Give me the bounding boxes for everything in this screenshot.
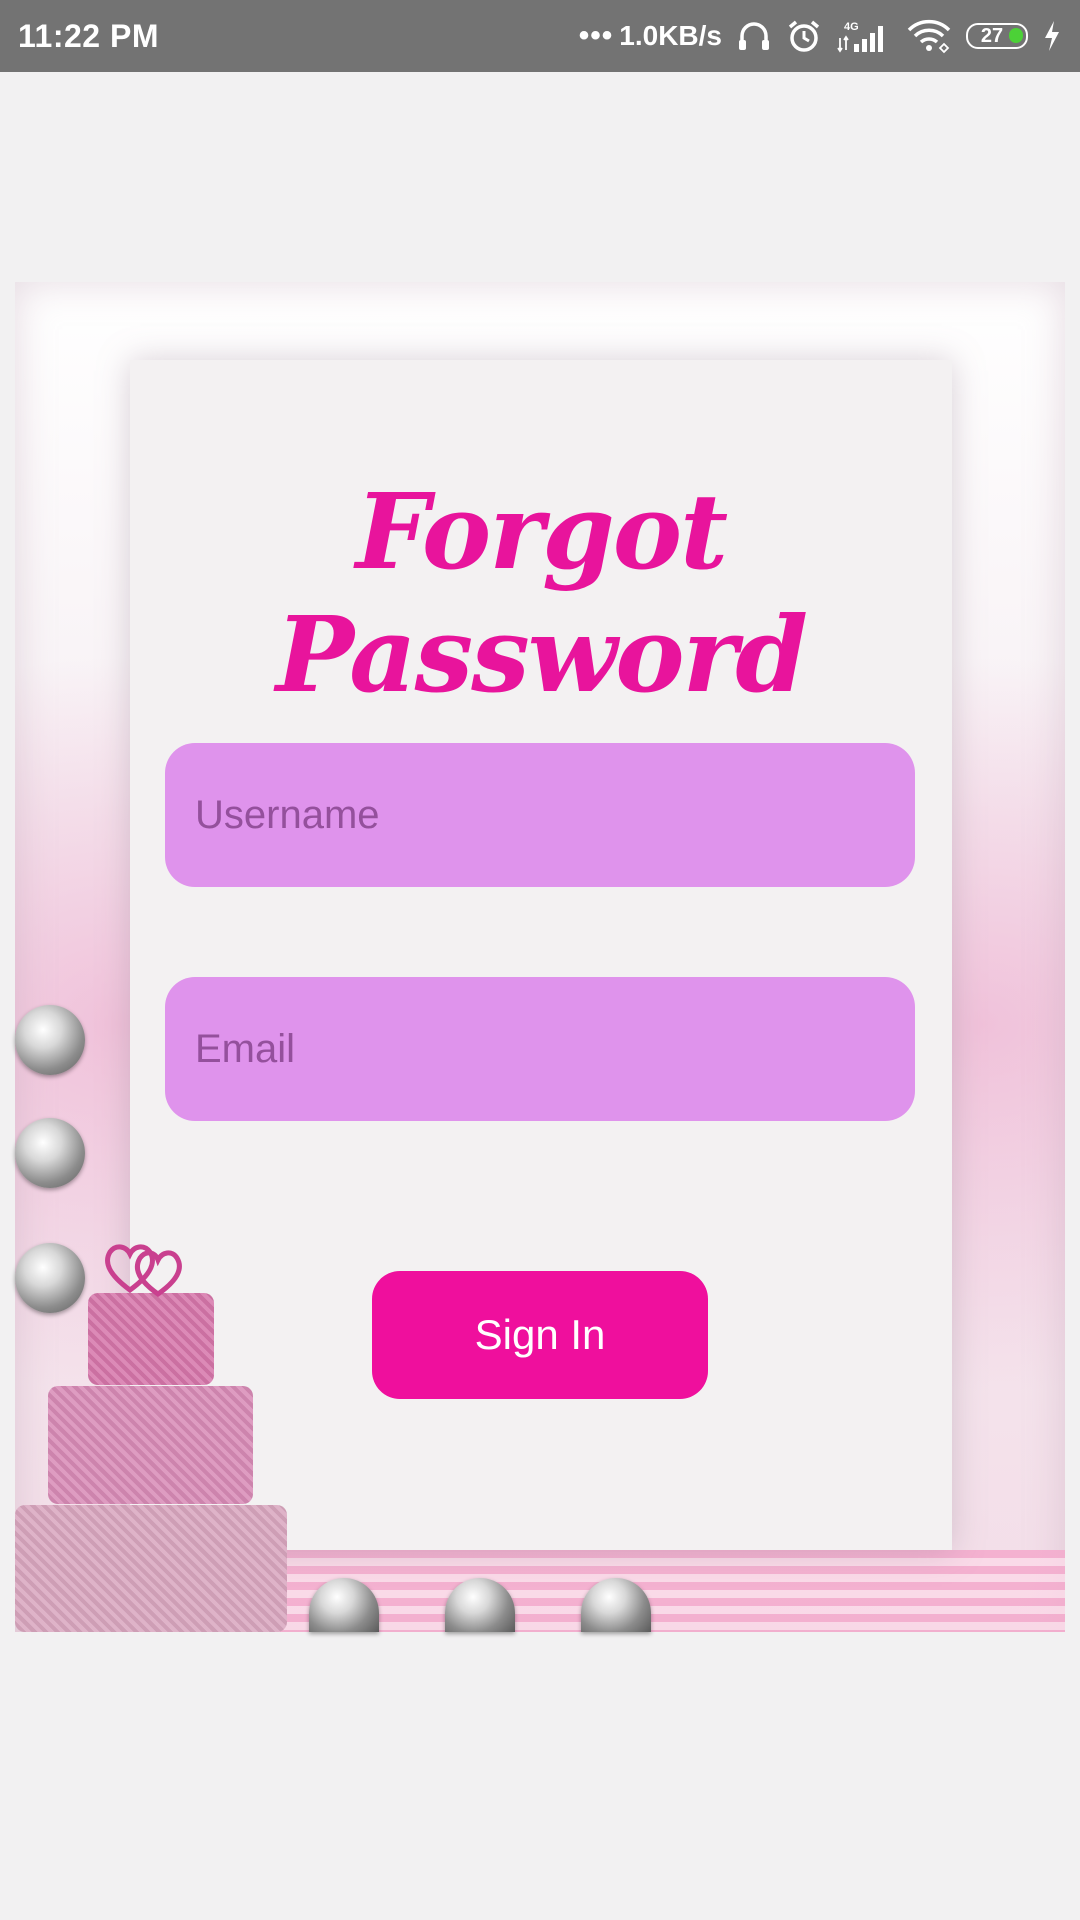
diamond-decoration <box>15 1118 85 1188</box>
charging-icon <box>1042 18 1062 54</box>
wifi-icon <box>906 18 952 54</box>
headphones-icon <box>736 18 772 54</box>
email-input[interactable] <box>165 977 915 1121</box>
battery-level: 27 <box>980 24 1004 47</box>
hearts-icon <box>100 1238 195 1303</box>
frame-stripes <box>270 1550 1065 1632</box>
network-type: 4G <box>844 21 859 33</box>
status-icons: ••• 1.0KB/s 4G 27 <box>579 18 1062 54</box>
signal-icon: 4G <box>836 18 892 54</box>
alarm-icon <box>786 18 822 54</box>
cake-tier-bottom <box>15 1505 287 1632</box>
cake-tier-middle <box>48 1386 253 1504</box>
network-speed-value: 1.0KB/s <box>619 20 722 51</box>
diamond-decoration <box>15 1005 85 1075</box>
cake-tier-top <box>88 1293 214 1385</box>
username-input[interactable] <box>165 743 915 887</box>
diamond-decoration <box>15 1243 85 1313</box>
sign-in-button[interactable]: Sign In <box>372 1271 708 1399</box>
page-title: Forgot Password <box>275 470 808 716</box>
more-dots-icon: ••• <box>578 19 614 52</box>
network-speed: ••• 1.0KB/s <box>579 19 722 53</box>
battery-icon: 27 <box>966 23 1028 49</box>
status-bar: 11:22 PM ••• 1.0KB/s 4G 27 <box>0 0 1080 72</box>
status-time: 11:22 PM <box>18 17 159 54</box>
